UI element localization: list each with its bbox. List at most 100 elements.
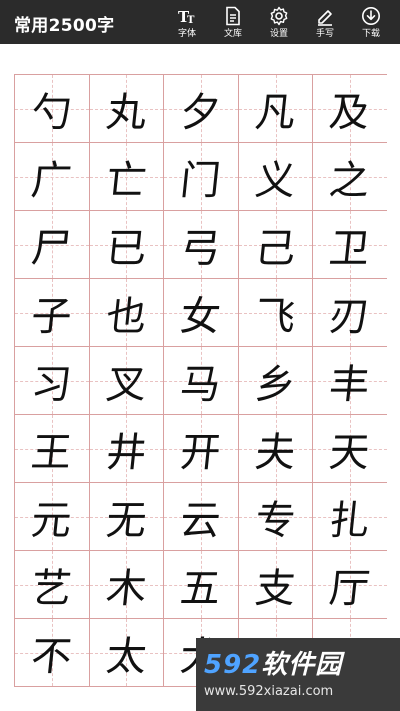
grid-cell[interactable]: 丸 (89, 75, 165, 143)
grid-cell[interactable]: 飞 (238, 279, 314, 347)
character-glyph: 弓 (178, 225, 223, 272)
character-glyph: 勺 (28, 89, 74, 136)
settings-button[interactable]: 设置 (256, 0, 302, 44)
grid-cell[interactable]: 广 (15, 143, 90, 211)
grid-cell[interactable]: 女 (164, 279, 239, 347)
grid-cell[interactable]: 弓 (164, 211, 239, 279)
character-glyph: 王 (28, 429, 74, 476)
grid-cell[interactable]: 云 (164, 483, 239, 551)
download-icon (361, 6, 381, 26)
character-glyph: 马 (178, 361, 223, 408)
grid-cell[interactable]: 艺 (15, 551, 90, 619)
grid-cell[interactable]: 勺 (15, 75, 90, 143)
character-glyph: 元 (28, 497, 74, 544)
grid-cell[interactable]: 元 (15, 483, 90, 551)
grid-cell[interactable]: 天 (313, 415, 387, 483)
grid-cell[interactable]: 马 (164, 347, 239, 415)
watermark: 592软件园 www.592xiazai.com (196, 638, 400, 711)
gear-icon (269, 6, 289, 26)
grid-cell[interactable]: 扎 (313, 483, 387, 551)
library-button[interactable]: 文库 (210, 0, 256, 44)
character-glyph: 支 (252, 565, 298, 612)
character-glyph: 亡 (103, 157, 149, 204)
grid-cell[interactable]: 夫 (238, 415, 314, 483)
character-glyph: 五 (178, 565, 223, 612)
grid-cell[interactable]: 丰 (313, 347, 387, 415)
grid-cell[interactable]: 也 (89, 279, 165, 347)
character-glyph: 云 (178, 497, 223, 544)
grid-cell[interactable]: 子 (15, 279, 90, 347)
download-label: 下载 (361, 28, 380, 39)
character-grid: 勺丸夕凡及广亡门义之尸已弓己卫子也女飞刃习叉马乡丰王井开夫天元无云专扎艺木五支厅… (14, 74, 387, 687)
grid-cell[interactable]: 专 (238, 483, 314, 551)
character-glyph: 之 (327, 157, 373, 204)
grid-cell[interactable]: 卫 (313, 211, 387, 279)
grid-cell[interactable]: 义 (238, 143, 314, 211)
grid-cell[interactable]: 夕 (164, 75, 239, 143)
character-glyph: 刃 (327, 293, 373, 340)
character-glyph: 习 (28, 361, 74, 408)
character-glyph: 夕 (178, 89, 223, 136)
grid-cell[interactable]: 不 (15, 619, 90, 687)
character-glyph: 井 (103, 429, 149, 476)
character-glyph: 尸 (28, 225, 74, 272)
grid-cell[interactable]: 及 (313, 75, 387, 143)
grid-cell[interactable]: 尸 (15, 211, 90, 279)
font-label: 字体 (177, 28, 196, 39)
grid-cell[interactable]: 无 (89, 483, 165, 551)
character-glyph: 木 (103, 565, 149, 612)
watermark-logo-text: 软件园 (261, 650, 343, 680)
settings-label: 设置 (269, 28, 288, 39)
grid-cell[interactable]: 门 (164, 143, 239, 211)
top-bar: 常用2500字 TT 字体 文库 设置 手写 下载 (0, 0, 400, 44)
grid-cell[interactable]: 井 (89, 415, 165, 483)
grid-cell[interactable]: 五 (164, 551, 239, 619)
toolbar: TT 字体 文库 设置 手写 下载 (164, 0, 394, 44)
character-glyph: 无 (103, 497, 149, 544)
document-icon (223, 6, 243, 26)
grid-cell[interactable]: 乡 (238, 347, 314, 415)
grid-cell[interactable]: 亡 (89, 143, 165, 211)
grid-cell[interactable]: 厅 (313, 551, 387, 619)
font-button[interactable]: TT 字体 (164, 0, 210, 44)
character-glyph: 飞 (252, 293, 298, 340)
character-glyph: 艺 (28, 565, 74, 612)
character-glyph: 叉 (103, 361, 149, 408)
character-glyph: 天 (327, 429, 373, 476)
character-glyph: 也 (103, 293, 149, 340)
character-glyph: 女 (178, 293, 223, 340)
grid-cell[interactable]: 木 (89, 551, 165, 619)
grid-cell[interactable]: 已 (89, 211, 165, 279)
page-title: 常用2500字 (14, 16, 115, 36)
character-glyph: 不 (28, 633, 74, 680)
svg-text:T: T (187, 15, 195, 26)
character-glyph: 己 (252, 225, 298, 272)
grid-cell[interactable]: 刃 (313, 279, 387, 347)
character-glyph: 已 (103, 225, 149, 272)
font-icon: TT (177, 6, 197, 26)
watermark-logo-number: 592 (204, 650, 262, 680)
character-glyph: 乡 (252, 361, 298, 408)
character-glyph: 子 (28, 293, 74, 340)
grid-cell[interactable]: 开 (164, 415, 239, 483)
handwrite-label: 手写 (315, 28, 334, 39)
character-glyph: 及 (327, 89, 373, 136)
character-glyph: 专 (252, 497, 298, 544)
character-glyph: 夫 (252, 429, 298, 476)
grid-cell[interactable]: 习 (15, 347, 90, 415)
grid-cell[interactable]: 叉 (89, 347, 165, 415)
character-glyph: 厅 (327, 565, 373, 612)
watermark-url: www.592xiazai.com (204, 684, 334, 699)
handwrite-button[interactable]: 手写 (302, 0, 348, 44)
grid-cell[interactable]: 支 (238, 551, 314, 619)
grid-cell[interactable]: 己 (238, 211, 314, 279)
grid-cell[interactable]: 凡 (238, 75, 314, 143)
character-glyph: 太 (103, 633, 149, 680)
grid-cell[interactable]: 太 (89, 619, 165, 687)
pen-icon (315, 6, 335, 26)
character-glyph: 凡 (252, 89, 298, 136)
grid-cell[interactable]: 王 (15, 415, 90, 483)
download-button[interactable]: 下载 (348, 0, 394, 44)
grid-cell[interactable]: 之 (313, 143, 387, 211)
character-glyph: 广 (28, 157, 74, 204)
